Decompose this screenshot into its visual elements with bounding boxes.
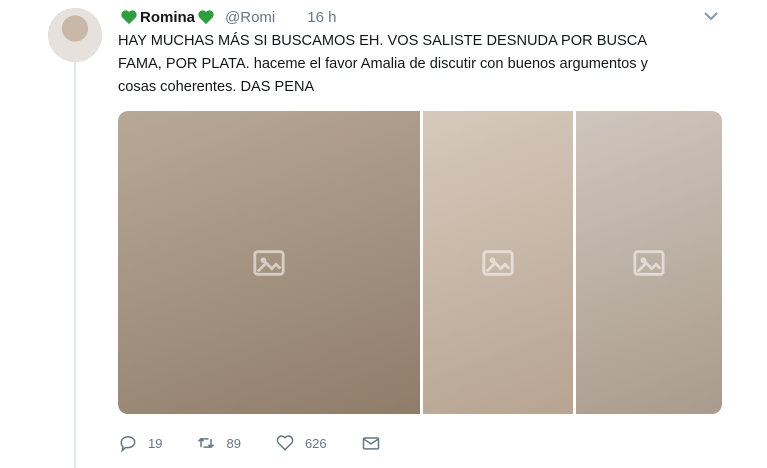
user-handle[interactable]: @Romi [225, 9, 275, 26]
media-photo[interactable] [118, 111, 420, 414]
media-photo[interactable] [423, 111, 573, 414]
image-placeholder-icon [633, 249, 665, 276]
tweet-text: HAY MUCHAS MÁS SI BUSCAMOS EH. VOS SALIS… [118, 33, 648, 95]
direct-message-button[interactable] [361, 433, 391, 453]
like-count: 626 [304, 435, 327, 451]
chevron-down-icon[interactable] [703, 10, 719, 22]
display-name[interactable]: Romina [140, 9, 195, 26]
reply-button[interactable]: 19 [118, 433, 162, 453]
direct-message-icon [362, 437, 379, 450]
tweet-header: Romina @Romi 16 h [118, 6, 336, 28]
avatar[interactable] [48, 8, 102, 62]
reply-count: 19 [148, 435, 163, 451]
retweet-count: 89 [226, 435, 241, 451]
tweet-timestamp[interactable]: 16 h [307, 9, 336, 26]
retweet-button[interactable]: 89 [196, 433, 241, 453]
image-placeholder-icon [253, 249, 285, 276]
media-grid [118, 111, 722, 414]
retweet-icon [198, 437, 215, 449]
media-photo[interactable] [576, 111, 722, 414]
green-heart-icon [121, 10, 137, 25]
like-icon [276, 435, 294, 451]
reply-icon [120, 436, 136, 453]
tweet-actions: 19 89 626 [118, 428, 391, 458]
image-placeholder-icon [482, 249, 514, 276]
thread-line [74, 62, 76, 468]
green-heart-icon [198, 10, 214, 25]
like-button[interactable]: 626 [275, 433, 327, 453]
